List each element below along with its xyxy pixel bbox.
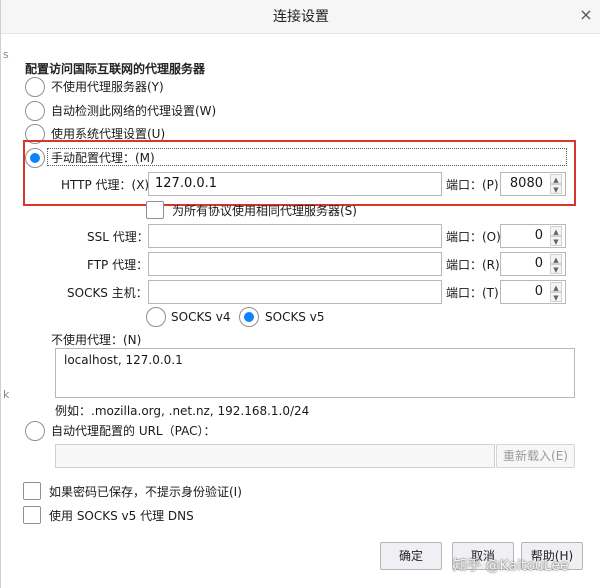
socks-port-label: 端口：(T) xyxy=(446,286,499,300)
radio-socks-v4[interactable] xyxy=(146,307,166,327)
pac-url-input[interactable] xyxy=(55,444,495,468)
ok-button[interactable]: 确定 xyxy=(380,542,442,570)
spin-down-icon[interactable]: ▼ xyxy=(550,184,562,194)
close-icon[interactable]: × xyxy=(575,4,597,26)
radio-manual-proxy[interactable] xyxy=(25,148,45,168)
radio-socks-v4-label[interactable]: SOCKS v4 xyxy=(171,309,230,325)
connection-settings-dialog: 连接设置 × s k 配置访问国际互联网的代理服务器 不使用代理服务器(Y) 自… xyxy=(0,0,600,588)
background-window-edge: k xyxy=(3,388,10,401)
http-port-label: 端口：(P) xyxy=(446,178,499,192)
spin-down-icon[interactable]: ▼ xyxy=(550,292,562,302)
socks-port-spinner[interactable]: 0 ▲ ▼ xyxy=(500,280,566,304)
ssl-proxy-label: SSL 代理： xyxy=(87,230,149,244)
http-proxy-input[interactable]: 127.0.0.1 xyxy=(148,172,442,196)
spin-down-icon[interactable]: ▼ xyxy=(550,264,562,274)
radio-no-proxy-label[interactable]: 不使用代理服务器(Y) xyxy=(51,79,164,95)
no-proxy-example: 例如：.mozilla.org, .net.nz, 192.168.1.0/24 xyxy=(55,404,310,418)
ftp-proxy-label: FTP 代理： xyxy=(87,258,149,272)
background-window-edge: s xyxy=(3,48,9,61)
spin-up-icon[interactable]: ▲ xyxy=(550,254,562,264)
socks-port-value: 0 xyxy=(534,284,543,299)
ftp-port-label: 端口：(R) xyxy=(446,258,500,272)
radio-socks-v5[interactable] xyxy=(239,307,259,327)
radio-auto-detect-label[interactable]: 自动检测此网络的代理设置(W) xyxy=(51,103,216,119)
spin-up-icon[interactable]: ▲ xyxy=(550,282,562,292)
dialog-title: 连接设置 xyxy=(273,9,329,25)
no-auth-prompt-label[interactable]: 如果密码已保存，不提示身份验证(I) xyxy=(49,484,242,500)
ftp-proxy-input[interactable] xyxy=(148,252,442,276)
radio-manual-proxy-label[interactable]: 手动配置代理：(M) xyxy=(51,150,155,166)
spin-up-icon[interactable]: ▲ xyxy=(550,174,562,184)
socks-dns-checkbox[interactable] xyxy=(23,506,41,524)
share-all-checkbox[interactable] xyxy=(146,201,164,219)
ssl-port-spinner[interactable]: 0 ▲ ▼ xyxy=(500,224,566,248)
radio-socks-v5-label[interactable]: SOCKS v5 xyxy=(265,309,324,325)
socks-dns-label[interactable]: 使用 SOCKS v5 代理 DNS xyxy=(49,508,194,524)
ftp-port-value: 0 xyxy=(534,256,543,271)
ftp-port-spinner[interactable]: 0 ▲ ▼ xyxy=(500,252,566,276)
no-proxy-textarea[interactable]: localhost, 127.0.0.1 xyxy=(55,348,575,398)
watermark: 知乎 @KaitouLee xyxy=(453,558,569,574)
radio-pac-url-label[interactable]: 自动代理配置的 URL（PAC）： xyxy=(51,423,215,439)
no-proxy-label: 不使用代理：(N) xyxy=(51,333,142,347)
radio-no-proxy[interactable] xyxy=(25,77,45,97)
http-port-spinner[interactable]: 8080 ▲ ▼ xyxy=(500,172,566,196)
reload-button[interactable]: 重新载入(E) xyxy=(496,444,575,468)
ssl-port-label: 端口：(O) xyxy=(446,230,501,244)
spin-down-icon[interactable]: ▼ xyxy=(550,236,562,246)
section-title: 配置访问国际互联网的代理服务器 xyxy=(25,62,206,76)
share-all-label[interactable]: 为所有协议使用相同代理服务器(S) xyxy=(172,203,357,219)
http-port-value: 8080 xyxy=(509,176,543,191)
http-proxy-label: HTTP 代理：(X) xyxy=(61,178,150,192)
no-auth-prompt-checkbox[interactable] xyxy=(23,482,41,500)
radio-pac-url[interactable] xyxy=(25,421,45,441)
ssl-port-value: 0 xyxy=(534,228,543,243)
socks-host-input[interactable] xyxy=(148,280,442,304)
ssl-proxy-input[interactable] xyxy=(148,224,442,248)
radio-auto-detect[interactable] xyxy=(25,101,45,121)
spin-up-icon[interactable]: ▲ xyxy=(550,226,562,236)
socks-host-label: SOCKS 主机： xyxy=(67,286,148,300)
